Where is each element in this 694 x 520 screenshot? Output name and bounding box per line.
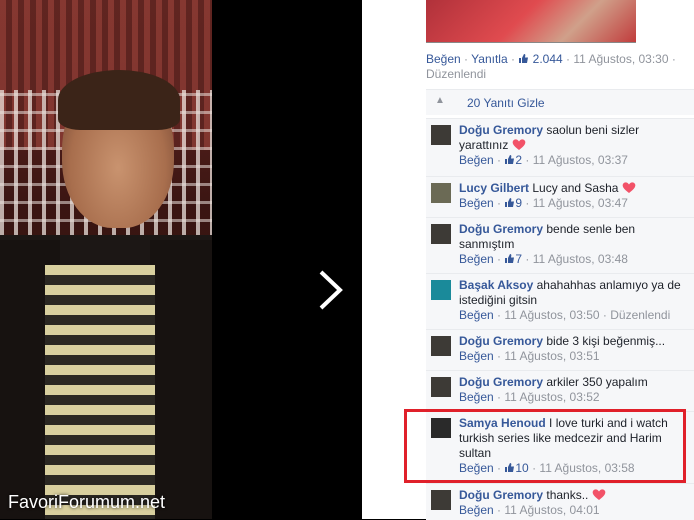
like-count[interactable]: 9 [515, 196, 522, 210]
reply-author[interactable]: Doğu Gremory [459, 334, 543, 348]
edited-label[interactable]: Düzenlendi [426, 67, 486, 81]
jacket-right [150, 240, 212, 519]
reply-item: Doğu Gremory bide 3 kişi beğenmiş... Beğe… [426, 329, 694, 371]
reply-timestamp[interactable]: 11 Ağustos, 03:37 [533, 153, 628, 167]
reply-link[interactable]: Yanıtla [471, 52, 507, 66]
highlight-box [404, 409, 686, 483]
heart-icon [512, 139, 526, 150]
like-link[interactable]: Beğen [459, 503, 494, 517]
profile-photo: FavoriForumum.net [0, 0, 212, 519]
reply-actions: Beğen · 11 Ağustos, 03:50 · Düzenlendi [459, 308, 671, 322]
avatar[interactable] [431, 125, 451, 145]
reply-text: arkiler 350 yapalım [546, 375, 648, 389]
reply-author[interactable]: Doğu Gremory [459, 488, 543, 502]
reply-timestamp[interactable]: 11 Ağustos, 03:48 [533, 252, 628, 266]
reply-item: Lucy Gilbert Lucy and Sasha Beğen · 9 · … [426, 176, 694, 218]
avatar[interactable] [431, 377, 451, 397]
striped-shirt [45, 265, 155, 519]
like-link[interactable]: Beğen [459, 252, 494, 266]
reply-item: Doğu Gremory bende senle ben sanmıştım Be… [426, 217, 694, 274]
avatar[interactable] [431, 224, 451, 244]
like-link[interactable]: Beğen [426, 52, 461, 66]
chevron-up-icon: ▲ [435, 95, 445, 106]
heart-icon [622, 182, 636, 193]
edited-label[interactable]: Düzenlendi [610, 308, 670, 322]
avatar[interactable] [431, 336, 451, 356]
parent-comment-actions: Beğen · Yanıtla · 2.044 · 11 Ağustos, 03… [426, 52, 676, 81]
reply-text: thanks.. [546, 488, 589, 502]
like-link[interactable]: Beğen [459, 390, 494, 404]
avatar[interactable] [431, 183, 451, 203]
hide-replies-label[interactable]: 20 Yanıtı Gizle [467, 96, 545, 110]
reply-author[interactable]: Doğu Gremory [459, 375, 543, 389]
person-hair [58, 70, 180, 130]
reply-actions: Beğen · 11 Ağustos, 03:52 [459, 390, 600, 404]
reply-actions: Beğen · 7 · 11 Ağustos, 03:48 [459, 252, 628, 266]
like-link[interactable]: Beğen [459, 196, 494, 210]
reply-actions: Beğen · 11 Ağustos, 04:01 [459, 503, 600, 517]
reply-author[interactable]: Lucy Gilbert [459, 181, 529, 195]
photo-viewer-background [212, 0, 362, 519]
reply-timestamp[interactable]: 11 Ağustos, 03:50 [504, 308, 599, 322]
heart-icon [592, 489, 606, 500]
reply-item: Doğu Gremory arkiler 350 yapalım Beğen · … [426, 370, 694, 412]
like-count[interactable]: 7 [515, 252, 522, 266]
reply-author[interactable]: Başak Aksoy [459, 278, 533, 292]
reply-item: Doğu Gremory saolun beni sizler yarattın… [426, 118, 694, 177]
reply-text: Lucy and Sasha [532, 181, 619, 195]
like-count[interactable]: 2.044 [533, 52, 563, 66]
reply-timestamp[interactable]: 11 Ağustos, 03:51 [504, 349, 599, 363]
like-link[interactable]: Beğen [459, 308, 494, 322]
thumbs-up-icon [505, 155, 515, 164]
avatar[interactable] [431, 280, 451, 300]
reply-timestamp[interactable]: 11 Ağustos, 04:01 [504, 503, 599, 517]
reply-author[interactable]: Doğu Gremory [459, 222, 543, 236]
thumbs-up-icon [505, 198, 515, 207]
avatar[interactable] [431, 490, 451, 510]
watermark: FavoriForumum.net [8, 492, 166, 512]
hide-replies-toggle[interactable]: ▲ 20 Yanıtı Gizle [426, 89, 694, 115]
comment-image-thumbnail[interactable] [426, 0, 636, 43]
like-link[interactable]: Beğen [459, 349, 494, 363]
reply-actions: Beğen · 11 Ağustos, 03:51 [459, 349, 600, 363]
reply-item: Başak Aksoy ahahahhas anlamıyo ya de ist… [426, 273, 694, 330]
thumbs-up-icon [505, 254, 515, 263]
reply-author[interactable]: Doğu Gremory [459, 123, 543, 137]
reply-timestamp[interactable]: 11 Ağustos, 03:52 [504, 390, 599, 404]
reply-actions: Beğen · 9 · 11 Ağustos, 03:47 [459, 196, 628, 210]
like-count[interactable]: 2 [515, 153, 522, 167]
next-photo-icon[interactable] [316, 268, 346, 312]
like-link[interactable]: Beğen [459, 153, 494, 167]
reply-timestamp[interactable]: 11 Ağustos, 03:47 [533, 196, 628, 210]
reply-text: bide 3 kişi beğenmiş... [546, 334, 666, 348]
reply-item: Doğu Gremory thanks.. Beğen · 11 Ağustos… [426, 483, 694, 520]
reply-actions: Beğen · 2 · 11 Ağustos, 03:37 [459, 153, 628, 167]
comment-timestamp[interactable]: 11 Ağustos, 03:30 [573, 52, 668, 66]
thumbs-up-icon [519, 54, 529, 63]
